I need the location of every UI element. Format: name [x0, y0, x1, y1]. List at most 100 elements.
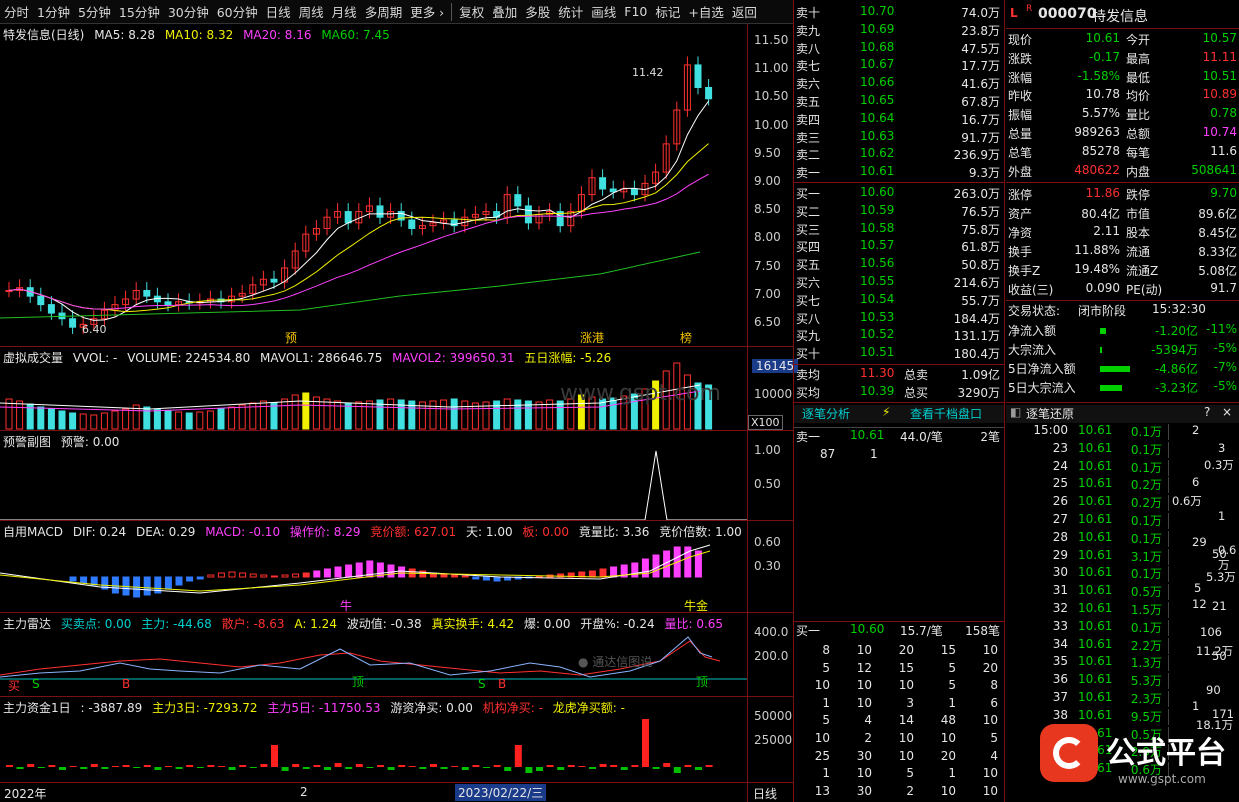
bid-row[interactable]: 买七 10.54 55.7万 [794, 292, 1004, 310]
quote-panel: L R 000070 特发信息 现价 10.61 今开 10.57 涨跌 -0.17 最高 1… [1006, 0, 1239, 402]
fund-bar [610, 765, 618, 767]
toolbar-item[interactable]: 返回 [728, 2, 761, 21]
toolbar-separator [451, 2, 453, 21]
fund-bar [525, 767, 533, 773]
fund-bar [292, 764, 300, 767]
toolbar-item[interactable]: 更多 › [406, 2, 448, 21]
fund-bar [324, 767, 331, 770]
ask-row[interactable]: 卖一 10.61 9.3万 [794, 164, 1004, 182]
macd-panel[interactable]: 自用MACD DIF: 0.24 DEA: 0.29 MACD: -0.10 操… [0, 520, 793, 613]
toolbar-item[interactable]: 复权 [455, 2, 488, 21]
flow-bar [1100, 366, 1130, 372]
buy-avg-row: 买均 10.39 总买 3290万 [796, 384, 1000, 400]
bid-row[interactable]: 买一 10.60 263.0万 [794, 185, 1004, 203]
toolbar-item[interactable]: 15分钟 [115, 2, 164, 21]
candle-body [164, 301, 172, 306]
ask-row[interactable]: 卖八 10.68 47.5万 [794, 40, 1004, 58]
bid-row[interactable]: 买三 10.58 75.8万 [794, 221, 1004, 239]
close-button[interactable]: × [1222, 405, 1232, 419]
toolbar-item[interactable]: 标记 [651, 2, 684, 21]
volume-flag: 16145 [752, 359, 799, 373]
price-ytick: 7.00 [754, 286, 781, 301]
toolbar-item[interactable]: +自选 [684, 2, 727, 21]
tick-grid-row: 8 10 20 15 10 [822, 643, 998, 657]
fund-bar [101, 767, 109, 769]
ask-row[interactable]: 卖十 10.70 74.0万 [794, 4, 1004, 22]
bid-row[interactable]: 买八 10.53 184.4万 [794, 310, 1004, 328]
bid-row[interactable]: 买四 10.57 61.8万 [794, 238, 1004, 256]
toolbar-item[interactable]: 月线 [328, 2, 361, 21]
radar-mark-4: 顶 [352, 675, 365, 689]
ask-row[interactable]: 卖九 10.69 23.8万 [794, 22, 1004, 40]
volume-bar [450, 398, 458, 430]
candle-body [694, 64, 702, 88]
fundamental-row: 换手 11.88% 流通 8.33亿 [1008, 243, 1237, 259]
help-button[interactable]: ? [1204, 405, 1210, 419]
toolbar-item[interactable]: 5分钟 [74, 2, 115, 21]
tab-tick-analysis[interactable]: 逐笔分析 [802, 405, 850, 422]
fund-bar [271, 745, 278, 767]
macd-bar [175, 576, 183, 586]
ask-row[interactable]: 卖三 10.63 91.7万 [794, 129, 1004, 147]
time-axis[interactable]: 2022年 2 2023/02/22/三 日线 [0, 782, 793, 802]
bid-row[interactable]: 买九 10.52 131.1万 [794, 327, 1004, 345]
toolbar-item[interactable]: 60分钟 [213, 2, 262, 21]
l-badge: L [1010, 6, 1018, 20]
toolbar-item[interactable]: 1分钟 [33, 2, 74, 21]
period-toolbar: 分时 1分钟 5分钟 15分钟 30分钟 60分钟 日线 周线 月线 多周期 更多 › 复权 叠加 多股统… [0, 0, 793, 24]
period-label[interactable]: 日线 [753, 785, 777, 802]
volume-panel[interactable]: 虚拟成交量 VVOL: - VOLUME: 224534.80 MAVOL1: … [0, 346, 799, 430]
toolbar-item[interactable]: 30分钟 [164, 2, 213, 21]
fund-bar [419, 767, 427, 769]
fund-bar [440, 767, 448, 769]
macd-bar [398, 566, 406, 578]
stock-code: 000070 [1038, 6, 1097, 22]
ask-row[interactable]: 卖二 10.62 236.9万 [794, 146, 1004, 164]
toolbar-item[interactable]: 多股 [521, 2, 554, 21]
fund-bar [59, 767, 66, 770]
toolbar-item[interactable]: 分时 [0, 2, 33, 21]
stock-name: 特发信息 [1092, 9, 1148, 25]
toolbar-item[interactable]: 叠加 [488, 2, 521, 21]
price-chart-panel[interactable]: 特发信息(日线) MA5: 8.28 MA10: 8.32 MA20: 8.16… [0, 24, 793, 346]
sell-avg-row: 卖均 11.30 总卖 1.09亿 [796, 366, 1000, 382]
macd-bar [313, 570, 321, 578]
radar-panel[interactable]: 主力雷达 买卖点: 0.00 主力: -44.68 散户: -8.63 A: 1… [0, 612, 793, 696]
fund-bar [218, 766, 225, 767]
ask-row[interactable]: 卖四 10.64 16.7万 [794, 111, 1004, 129]
x100-label: X100 [748, 415, 783, 430]
candle-body [270, 278, 278, 283]
warning-panel[interactable]: 预警副图 预警: 0.00 1.00 0.50 [0, 430, 793, 521]
fund-panel[interactable]: 主力资金1日 : -3887.89 主力3日: -7293.72 主力5日: -… [0, 696, 793, 782]
radar-mark-7: 顶 [696, 675, 709, 689]
toolbar-item[interactable]: 画线 [587, 2, 620, 21]
price-ytick: 10.00 [754, 117, 789, 132]
macd-bar [355, 562, 363, 578]
ask-row[interactable]: 卖五 10.65 67.8万 [794, 93, 1004, 111]
bid-row[interactable]: 买五 10.56 50.8万 [794, 256, 1004, 274]
toolbar-item[interactable]: F10 [620, 4, 651, 19]
tick-restore-side-value: 0.3万 [1204, 458, 1234, 472]
price-ytick: 9.00 [754, 174, 781, 188]
trade-status-row: 交易状态: 闭市阶段 15:32:30 [1008, 302, 1206, 318]
macd-bar [292, 573, 300, 578]
toolbar-item[interactable]: 多周期 [361, 2, 407, 21]
bid-row[interactable]: 买二 10.59 76.5万 [794, 203, 1004, 221]
bid-row[interactable]: 买十 10.51 180.4万 [794, 345, 1004, 363]
macd-bar [451, 574, 459, 578]
money-flow-row: 净流入额 -1.20亿 -11% [1008, 322, 1237, 338]
fundamental-row: 换手Z 19.48% 流通Z 5.08亿 [1008, 262, 1237, 278]
macd-bar [186, 576, 194, 582]
toolbar-item[interactable]: 周线 [295, 2, 328, 21]
toolbar-item[interactable]: 日线 [262, 2, 295, 21]
tab-full-depth[interactable]: 查看千档盘口 [910, 405, 982, 422]
candle-body [524, 205, 532, 224]
ask-row[interactable]: 卖七 10.67 17.7万 [794, 57, 1004, 75]
toolbar-item[interactable]: 统计 [554, 2, 587, 21]
volume-bar [153, 408, 161, 430]
fund-bar [27, 764, 35, 767]
tick-restore-side-value: 106 [1200, 625, 1222, 639]
bid-row[interactable]: 买六 10.55 214.6万 [794, 274, 1004, 292]
fund-bar [175, 767, 183, 769]
ask-row[interactable]: 卖六 10.66 41.6万 [794, 75, 1004, 93]
